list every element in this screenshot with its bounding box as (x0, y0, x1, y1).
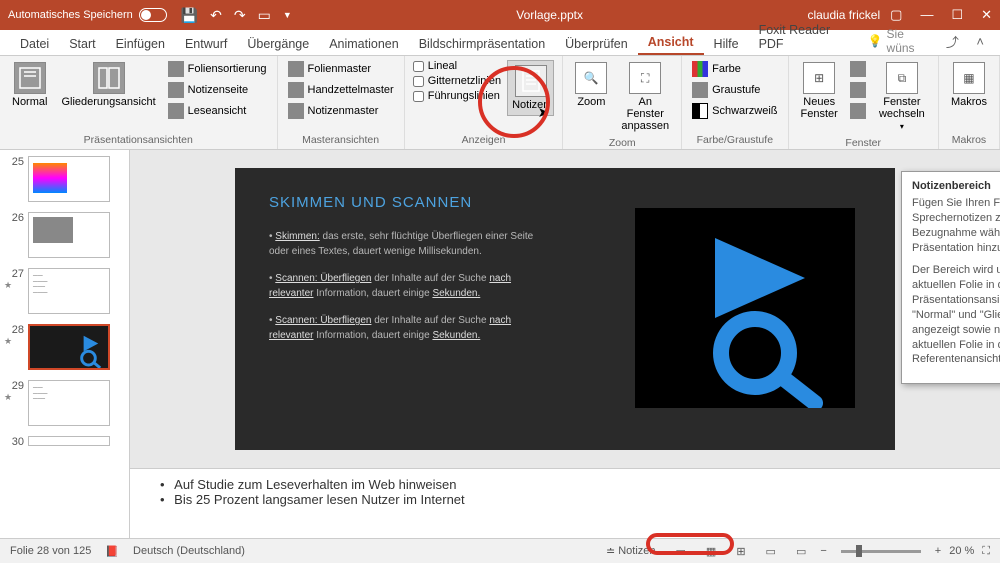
move-split-button[interactable] (848, 102, 868, 120)
grayscale-button[interactable]: Graustufe (690, 81, 779, 99)
ribbon-options-icon[interactable]: ▢ (890, 7, 902, 23)
tell-me-search[interactable]: 💡 Sie wüns (868, 27, 935, 55)
share-icon[interactable]: ⤴ (942, 31, 962, 51)
tab-datei[interactable]: Datei (10, 33, 59, 55)
zoom-in-button[interactable]: + (935, 545, 941, 557)
zoom-button[interactable]: 🔍 Zoom (571, 60, 611, 110)
quick-access-toolbar: 💾 ↶ ↷ ▭ ▼ (181, 7, 292, 24)
normal-view-button[interactable]: Normal (8, 60, 51, 110)
sorter-view-icon[interactable]: ⊞ (730, 543, 751, 560)
tab-bildschirmpraesentation[interactable]: Bildschirmpräsentation (409, 33, 555, 55)
switch-window-icon: ⧉ (898, 71, 907, 86)
notes-toggle-button[interactable]: ≐Notizen (600, 543, 662, 560)
group-master-views: Folienmaster Handzettelmaster Notizenmas… (278, 56, 405, 149)
slide-graphic (635, 208, 855, 408)
tab-einfuegen[interactable]: Einfügen (106, 33, 175, 55)
notes-page-button[interactable]: Notizenseite (166, 81, 269, 99)
zoom-percent[interactable]: 20 % (949, 545, 974, 557)
language-indicator[interactable]: Deutsch (Deutschland) (133, 545, 245, 557)
arrange-all-button[interactable] (848, 60, 868, 78)
cascade-button[interactable] (848, 81, 868, 99)
group-zoom: 🔍 Zoom ⛶ An Fenster anpassen Zoom (563, 56, 682, 149)
slide-counter[interactable]: Folie 28 von 125 (10, 545, 91, 557)
slide-master-button[interactable]: Folienmaster (286, 60, 396, 78)
status-bar: Folie 28 von 125 📕 Deutsch (Deutschland)… (0, 538, 1000, 563)
switch-windows-button[interactable]: ⧉ Fenster wechseln ▾ (874, 60, 930, 134)
undo-icon[interactable]: ↶ (210, 7, 222, 24)
thumbnail-25[interactable]: 25 (4, 156, 125, 202)
tab-uebergaenge[interactable]: Übergänge (237, 33, 319, 55)
note-line: Bis 25 Prozent langsamer lesen Nutzer im… (160, 492, 970, 507)
group-macros: ▦ Makros Makros (939, 56, 1000, 149)
blackwhite-button[interactable]: Schwarzweiß (690, 102, 779, 120)
notes-pane[interactable]: Auf Studie zum Leseverhalten im Web hinw… (130, 468, 1000, 538)
note-line: Auf Studie zum Leseverhalten im Web hinw… (160, 477, 970, 492)
fit-window-icon: ⛶ (641, 71, 649, 86)
outline-view-button[interactable]: Gliederungsansicht (57, 60, 159, 110)
thumbnail-26[interactable]: 26 (4, 212, 125, 258)
thumbnail-30[interactable]: 30 (4, 436, 125, 448)
magnifier-icon: 🔍 (584, 71, 599, 85)
redo-icon[interactable]: ↷ (234, 7, 246, 24)
normal-view-icon[interactable]: ▦ (700, 543, 722, 560)
collapse-ribbon-icon[interactable]: ˄ (970, 31, 990, 51)
minimize-icon[interactable]: — (920, 7, 933, 23)
zoom-out-button[interactable]: − (820, 545, 826, 557)
thumbnail-27[interactable]: 27★ ━━━━━━━━━━━━━━━━━━━━━ (4, 268, 125, 314)
document-title: Vorlage.pptx (292, 8, 808, 22)
maximize-icon[interactable]: ☐ (951, 7, 963, 23)
slide-thumbnails-pane[interactable]: 25 26 27★ ━━━━━━━━━━━━━━━━━━━━━ 28★ 29★ … (0, 150, 130, 538)
color-button[interactable]: Farbe (690, 60, 779, 78)
tab-ansicht[interactable]: Ansicht (638, 31, 704, 55)
comments-button[interactable]: ▭ (670, 543, 692, 560)
gridlines-checkbox[interactable]: Gitternetzlinien (413, 75, 501, 87)
spellcheck-icon[interactable]: 📕 (105, 545, 119, 558)
reading-view-icon[interactable]: ▭ (760, 543, 782, 560)
tab-entwurf[interactable]: Entwurf (175, 33, 237, 55)
autosave-toggle[interactable]: Automatisches Speichern (8, 8, 167, 22)
reading-view-button[interactable]: Leseansicht (166, 102, 269, 120)
lightbulb-icon: 💡 (868, 34, 883, 48)
notes-icon: ≐ (606, 545, 615, 558)
slideshow-view-icon[interactable]: ▭ (790, 543, 812, 560)
group-presentation-views: Normal Gliederungsansicht Foliensortieru… (0, 56, 278, 149)
handout-master-button[interactable]: Handzettelmaster (286, 81, 396, 99)
tab-ueberpruefen[interactable]: Überprüfen (555, 33, 638, 55)
ribbon-tabs: Datei Start Einfügen Entwurf Übergänge A… (0, 30, 1000, 56)
notes-master-button[interactable]: Notizenmaster (286, 102, 396, 120)
fit-slide-button[interactable]: ⛶ (982, 545, 990, 558)
start-slideshow-icon[interactable]: ▭ (258, 7, 271, 24)
tab-hilfe[interactable]: Hilfe (704, 33, 749, 55)
slide-title: SKIMMEN UND SCANNEN (269, 194, 549, 211)
zoom-slider[interactable] (841, 550, 921, 553)
workspace: 25 26 27★ ━━━━━━━━━━━━━━━━━━━━━ 28★ 29★ … (0, 150, 1000, 538)
new-window-icon: ⊞ (814, 71, 824, 85)
tab-foxit[interactable]: Foxit Reader PDF (749, 19, 868, 55)
thumbnail-28[interactable]: 28★ (4, 324, 125, 370)
cursor-icon: ➤ (538, 104, 550, 121)
group-color-grayscale: Farbe Graustufe Schwarzweiß Farbe/Graust… (682, 56, 788, 149)
notes-pane-button[interactable]: Notizen ➤ (507, 60, 554, 116)
group-window: ⊞ Neues Fenster ⧉ Fenster wechseln ▾ Fen… (789, 56, 939, 149)
ribbon: Normal Gliederungsansicht Foliensortieru… (0, 56, 1000, 150)
guides-checkbox[interactable]: Führungslinien (413, 90, 501, 102)
slide-sorter-button[interactable]: Foliensortierung (166, 60, 269, 78)
qat-more-icon[interactable]: ▼ (283, 10, 292, 20)
group-show: Lineal Gitternetzlinien Führungslinien N… (405, 56, 564, 149)
fit-to-window-button[interactable]: ⛶ An Fenster anpassen (617, 60, 673, 134)
slide-body: • Skimmen: das erste, sehr flüchtige Übe… (269, 229, 549, 343)
close-icon[interactable]: ✕ (981, 7, 992, 23)
macros-icon: ▦ (963, 71, 974, 85)
tab-animationen[interactable]: Animationen (319, 33, 409, 55)
editing-stage: SKIMMEN UND SCANNEN • Skimmen: das erste… (130, 150, 1000, 538)
macros-button[interactable]: ▦ Makros (947, 60, 991, 110)
new-window-button[interactable]: ⊞ Neues Fenster (797, 60, 842, 122)
tab-start[interactable]: Start (59, 33, 105, 55)
current-slide[interactable]: SKIMMEN UND SCANNEN • Skimmen: das erste… (235, 168, 895, 450)
screentip: Notizenbereich Fügen Sie Ihren Folien Sp… (901, 171, 1000, 384)
thumbnail-29[interactable]: 29★ ━━━━━━━━━━━━━━━ (4, 380, 125, 426)
save-icon[interactable]: 💾 (181, 7, 198, 24)
ruler-checkbox[interactable]: Lineal (413, 60, 501, 72)
